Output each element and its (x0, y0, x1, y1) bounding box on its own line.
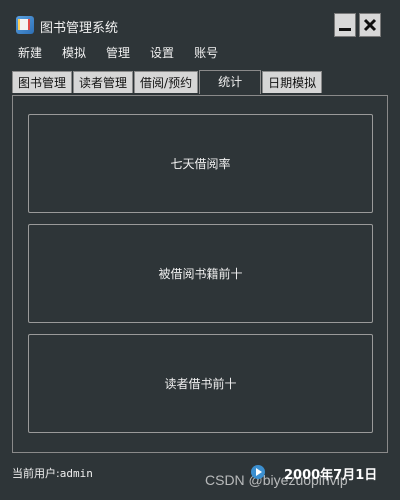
close-button[interactable] (359, 13, 381, 37)
minimize-icon (339, 28, 351, 31)
play-icon (251, 465, 265, 479)
tab-date-simulation[interactable]: 日期模拟 (262, 71, 323, 93)
tab-statistics[interactable]: 统计 (199, 70, 262, 94)
statistics-panel: 七天借阅率 被借阅书籍前十 读者借书前十 (12, 95, 388, 453)
tab-reader-management[interactable]: 读者管理 (73, 71, 134, 93)
tab-book-management[interactable]: 图书管理 (12, 71, 73, 93)
menu-settings[interactable]: 设置 (144, 42, 180, 62)
seven-day-borrow-rate-button[interactable]: 七天借阅率 (28, 114, 373, 213)
current-user-label: 当前用户: (12, 467, 60, 480)
menu-manage[interactable]: 管理 (100, 42, 136, 62)
window-title: 图书管理系统 (40, 21, 119, 36)
tab-borrow-reserve[interactable]: 借阅/预约 (134, 71, 199, 93)
status-bar: 当前用户:admin CSDN @biyezuopinvip 2000年7月1日 (0, 460, 400, 490)
menu-account[interactable]: 账号 (188, 42, 224, 62)
menu-simulate[interactable]: 模拟 (56, 42, 92, 62)
top-readers-button[interactable]: 读者借书前十 (28, 334, 373, 433)
current-user: 当前用户:admin (12, 465, 93, 481)
app-book-icon (16, 16, 34, 34)
menu-new[interactable]: 新建 (12, 42, 48, 62)
close-icon (363, 18, 377, 32)
title-bar: 图书管理系统 (0, 0, 400, 40)
tab-bar: 图书管理 读者管理 借阅/预约 统计 日期模拟 (12, 70, 323, 95)
menu-bar: 新建 模拟 管理 设置 账号 (12, 42, 232, 62)
minimize-button[interactable] (334, 13, 356, 37)
top-borrowed-books-button[interactable]: 被借阅书籍前十 (28, 224, 373, 323)
current-date: 2000年7月1日 (284, 468, 378, 483)
current-user-name: admin (59, 467, 93, 480)
